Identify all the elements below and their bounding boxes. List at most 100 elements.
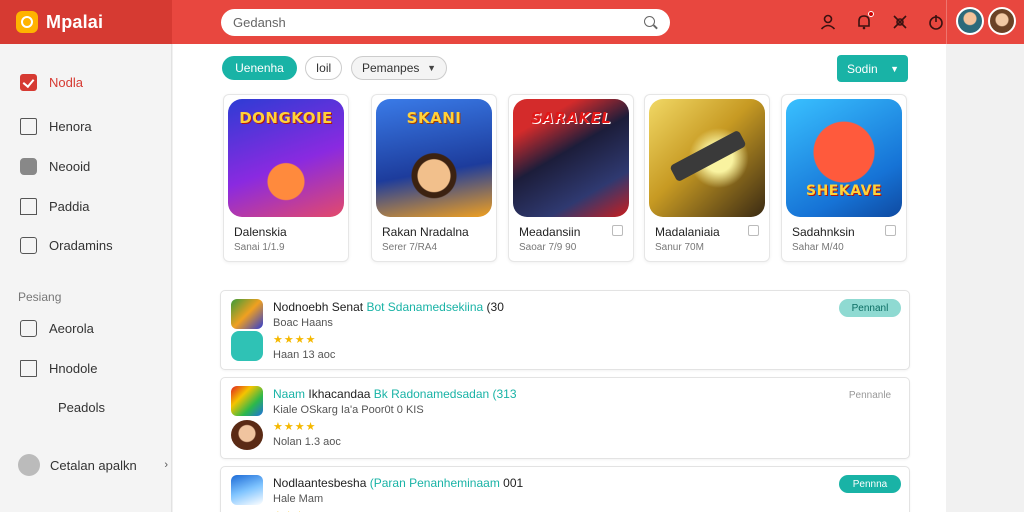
search-input[interactable] bbox=[233, 15, 644, 30]
sidebar: Nodla Henora Neooid Paddia Oradamins Pes… bbox=[0, 44, 267, 512]
list-item-title: Naam Ikhacandaa Bk Radonamedsadan (313 bbox=[273, 387, 517, 401]
game-cover-text: DONGKOIE bbox=[239, 109, 333, 127]
chevron-down-icon: ▼ bbox=[890, 63, 899, 74]
filter-chip-active[interactable]: Uenenha bbox=[222, 56, 297, 80]
game-card-subtitle: Sahar M/40 bbox=[792, 242, 844, 253]
power-icon[interactable] bbox=[924, 10, 948, 34]
right-gutter bbox=[946, 44, 1024, 512]
filter-dropdown[interactable]: Pemanpes ▼ bbox=[351, 56, 447, 80]
game-card-subtitle: Saoar 7/9 90 bbox=[519, 242, 577, 253]
filter-chip[interactable]: Ioil bbox=[305, 56, 342, 80]
action-pill[interactable]: Pennanle bbox=[839, 386, 901, 404]
game-card[interactable]: SHEKAVE Sadahnksin Sahar M/40 bbox=[781, 94, 907, 262]
list-item-title: Nodnoebh Senat Bot Sdanamedsekiina (30 bbox=[273, 300, 504, 314]
list-item-title-text: Naam bbox=[273, 387, 306, 401]
sidebar-item-8[interactable]: Peadols bbox=[20, 399, 267, 425]
game-card[interactable]: DONGKOIE Dalenskia Sanai 1/1.9 bbox=[223, 94, 349, 262]
list-item-suffix: (30 bbox=[486, 300, 504, 314]
sidebar-item-7[interactable]: Hnodole bbox=[20, 360, 97, 377]
game-cover-image bbox=[649, 99, 765, 217]
check-icon bbox=[20, 74, 37, 91]
sidebar-item-label: Aeorola bbox=[49, 321, 94, 336]
avatar-secondary[interactable] bbox=[988, 7, 1016, 35]
game-cover-image: DONGKOIE bbox=[228, 99, 344, 217]
game-card-title: Rakan Nradalna bbox=[382, 225, 469, 239]
list-item-title-text-2: Ikhacandaa bbox=[308, 387, 371, 401]
sidebar-item-label: Hnodole bbox=[49, 361, 98, 376]
search-bar[interactable] bbox=[221, 9, 670, 36]
rating-stars: ★★★★ bbox=[273, 334, 317, 346]
game-card[interactable]: SKANI Rakan Nradalna Serer 7/RA4 bbox=[371, 94, 497, 262]
sidebar-footer-account[interactable]: Cetalan apalkn › bbox=[18, 454, 168, 476]
game-card[interactable]: Madalaniaia Sanur 70M bbox=[644, 94, 770, 262]
sidebar-item-label: Nodla bbox=[49, 75, 83, 90]
chevron-down-icon: ▼ bbox=[427, 63, 436, 73]
document-icon bbox=[20, 118, 37, 135]
app-logo[interactable]: Mpalai bbox=[0, 0, 172, 44]
avatar[interactable] bbox=[956, 7, 984, 35]
app-logo-icon bbox=[16, 11, 38, 33]
sort-button-label: Sodin bbox=[847, 61, 878, 76]
sidebar-item-3[interactable]: Neooid bbox=[20, 158, 90, 175]
settings-icon[interactable] bbox=[888, 10, 912, 34]
list-item-meta: Nolan 1.3 aoc bbox=[273, 436, 341, 448]
sort-button[interactable]: Sodin ▼ bbox=[837, 55, 908, 82]
list-item-subtitle: Kiale OSkarg Ia'a Poor0t 0 KIS bbox=[273, 404, 424, 416]
sidebar-item-label: Paddia bbox=[49, 199, 90, 214]
sidebar-item-label: Peadols bbox=[58, 400, 105, 415]
library-icon bbox=[20, 320, 37, 337]
list-item-meta: Haan 13 aoc bbox=[273, 349, 336, 361]
bookmark-icon bbox=[20, 198, 37, 215]
game-thumbnail-secondary bbox=[231, 420, 263, 450]
game-cover-image: SKANI bbox=[376, 99, 492, 217]
list-item[interactable]: Nodlaantesbesha (Paran Penanheminaam 001… bbox=[220, 466, 910, 512]
sidebar-item-4[interactable]: Paddia bbox=[20, 198, 89, 215]
list-item-title-text: Nodlaantesbesha bbox=[273, 476, 367, 490]
top-icon-group bbox=[816, 10, 948, 34]
game-cover-text: SHEKAVE bbox=[806, 183, 882, 199]
search-icon[interactable] bbox=[644, 15, 658, 30]
game-card-title: Dalenskia bbox=[234, 225, 287, 239]
chart-icon bbox=[20, 237, 37, 254]
game-card-subtitle: Sanur 70M bbox=[655, 242, 704, 253]
game-cover-image: SHEKAVE bbox=[786, 99, 902, 217]
game-cover-text: SARAKEL bbox=[530, 109, 612, 127]
home-icon bbox=[20, 360, 37, 377]
download-icon[interactable] bbox=[612, 225, 623, 236]
game-card-title: Meadansiin bbox=[519, 225, 581, 239]
filter-dropdown-label: Pemanpes bbox=[362, 61, 420, 75]
sidebar-item-5[interactable]: Oradamins bbox=[20, 237, 113, 254]
list-item-accent: (Paran Penanheminaam bbox=[369, 476, 500, 490]
notification-dot bbox=[868, 11, 874, 17]
sidebar-section-label: Pesiang bbox=[18, 290, 62, 304]
top-divider bbox=[946, 0, 947, 44]
list-item-title: Nodlaantesbesha (Paran Penanheminaam 001 bbox=[273, 476, 523, 490]
list-item-title-text-2: Senat bbox=[331, 300, 364, 314]
list-item[interactable]: Naam Ikhacandaa Bk Radonamedsadan (313 K… bbox=[220, 377, 910, 459]
game-thumbnail bbox=[231, 386, 263, 416]
list-item-accent: Bot Sdanamedsekiina bbox=[366, 300, 484, 314]
avatar bbox=[18, 454, 40, 476]
notification-icon[interactable] bbox=[852, 10, 876, 34]
game-card-title: Sadahnksin bbox=[792, 225, 855, 239]
download-icon[interactable] bbox=[885, 225, 896, 236]
game-card[interactable]: SARAKEL Meadansiin Saoar 7/9 90 bbox=[508, 94, 634, 262]
user-icon[interactable] bbox=[816, 10, 840, 34]
game-card-subtitle: Serer 7/RA4 bbox=[382, 242, 438, 253]
game-card-title: Madalaniaia bbox=[655, 225, 720, 239]
download-icon[interactable] bbox=[748, 225, 759, 236]
rating-stars: ★★★★ bbox=[273, 421, 317, 433]
sidebar-item-2[interactable]: Henora bbox=[20, 118, 92, 135]
list-item[interactable]: Nodnoebh Senat Bot Sdanamedsekiina (30 B… bbox=[220, 290, 910, 370]
box-icon bbox=[20, 158, 37, 175]
sidebar-item-label: Oradamins bbox=[49, 238, 113, 253]
action-pill[interactable]: Pennna bbox=[839, 475, 901, 493]
list-item-suffix: 001 bbox=[503, 476, 524, 490]
list-item-accent: Bk Radonamedsadan (313 bbox=[373, 387, 517, 401]
game-thumbnail bbox=[231, 475, 263, 505]
sidebar-item-home[interactable]: Nodla bbox=[20, 74, 83, 91]
action-pill[interactable]: Pennanl bbox=[839, 299, 901, 317]
game-cover-text: SKANI bbox=[406, 109, 462, 127]
game-card-subtitle: Sanai 1/1.9 bbox=[234, 242, 285, 253]
sidebar-item-6[interactable]: Aeorola bbox=[20, 320, 94, 337]
